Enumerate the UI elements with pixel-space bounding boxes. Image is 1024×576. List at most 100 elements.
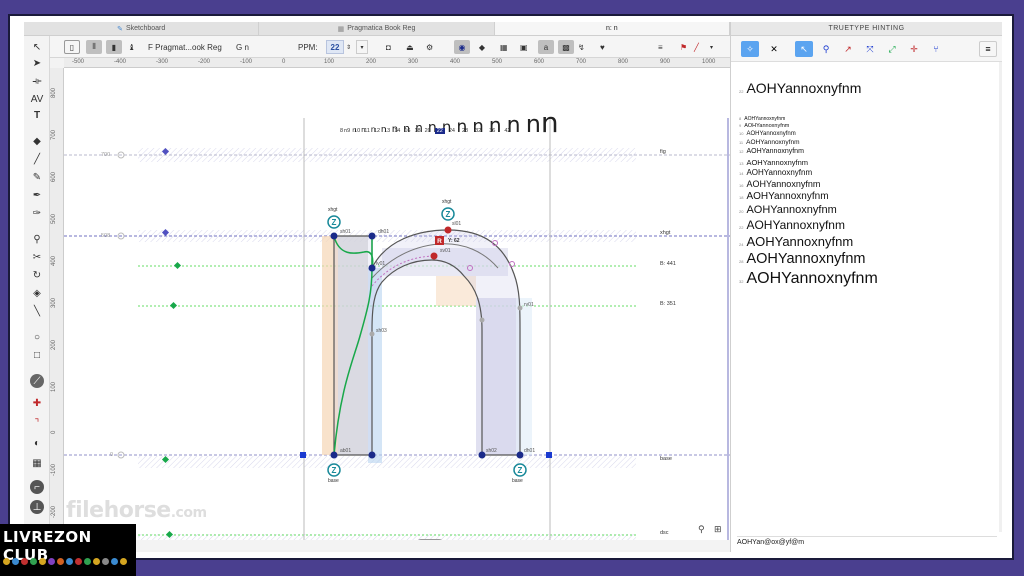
- size-label[interactable]: 20: [425, 128, 431, 134]
- font-selector[interactable]: F Pragmat...ook Reg: [148, 40, 222, 54]
- pencil-tool-icon[interactable]: ✎: [30, 170, 44, 184]
- size-label[interactable]: 42: [504, 128, 510, 134]
- advance-width-field[interactable]: 573: [416, 539, 444, 540]
- heart-icon[interactable]: ♥: [600, 40, 605, 54]
- corner-hint-icon[interactable]: ⌝: [30, 416, 44, 430]
- pen-icon[interactable]: ✒: [30, 188, 44, 202]
- text-tool-icon[interactable]: T: [30, 108, 44, 122]
- node-ab01[interactable]: [330, 451, 338, 459]
- zone-anchor-base-left[interactable]: Z: [327, 463, 341, 477]
- node-sl01[interactable]: [444, 226, 452, 234]
- contour-select-icon[interactable]: ↖: [30, 40, 44, 54]
- interpolate-icon[interactable]: ↗: [839, 41, 857, 57]
- rotate-icon[interactable]: ↻: [30, 268, 44, 282]
- knife-icon[interactable]: ✂: [30, 250, 44, 264]
- measure-icon[interactable]: ╲: [30, 304, 44, 318]
- size-label[interactable]: 9: [347, 128, 350, 134]
- rectangle-icon[interactable]: □: [30, 348, 44, 362]
- path-direction-icon[interactable]: ↯: [578, 40, 585, 54]
- node-view-icon[interactable]: ◆: [474, 40, 490, 54]
- node-base-right-stem[interactable]: [368, 451, 376, 459]
- lsb-handle[interactable]: [300, 452, 306, 458]
- pin-icon[interactable]: ⚲: [817, 41, 835, 57]
- size-label[interactable]: 13: [384, 128, 390, 134]
- node-dh01[interactable]: [368, 232, 376, 240]
- stepper-icon[interactable]: ⇕: [346, 40, 351, 54]
- magic-wand-icon[interactable]: ✧: [741, 41, 759, 57]
- preview-text-input[interactable]: AOHYan@ox@yf@m: [737, 536, 997, 548]
- size-label[interactable]: 16: [404, 128, 410, 134]
- size-label[interactable]: 10: [354, 128, 360, 134]
- metrics-view-icon[interactable]: ⫴: [86, 40, 102, 54]
- panel-scrollbar[interactable]: [999, 62, 1002, 532]
- node-sv01[interactable]: [430, 252, 438, 260]
- slash-icon[interactable]: ╱: [694, 40, 699, 54]
- align-bottom-icon[interactable]: ⏏: [406, 40, 414, 54]
- node-lv01[interactable]: [368, 264, 376, 272]
- chevron-down-icon[interactable]: ▾: [710, 40, 713, 54]
- size-label[interactable]: 8: [340, 128, 343, 134]
- size-label[interactable]: 36: [489, 128, 495, 134]
- gear-icon[interactable]: ⚙: [426, 40, 433, 54]
- rsb-handle[interactable]: [546, 452, 552, 458]
- preview-icon[interactable]: ◘: [386, 40, 391, 54]
- element-select-icon[interactable]: ➤: [30, 56, 44, 70]
- node-sh01[interactable]: [330, 232, 338, 240]
- menu-icon[interactable]: ≡: [979, 41, 997, 57]
- menu-icon[interactable]: ≡: [658, 40, 663, 54]
- brush-icon[interactable]: ╱: [30, 152, 44, 166]
- size-label[interactable]: 12: [374, 128, 380, 134]
- zone-tool-icon[interactable]: ⌐: [30, 480, 44, 494]
- node-sh02[interactable]: [478, 451, 486, 459]
- size-label[interactable]: 32: [475, 128, 481, 134]
- size-label[interactable]: 18: [414, 128, 420, 134]
- zone-marker[interactable]: [169, 301, 178, 310]
- kerning-icon[interactable]: AV: [30, 92, 44, 106]
- size-label-selected[interactable]: 22: [434, 128, 445, 134]
- zone-anchor-xhgt-left[interactable]: Z: [327, 215, 341, 229]
- eraser-icon[interactable]: ◆: [30, 134, 44, 148]
- hint-tool-icon[interactable]: ⟋: [30, 374, 44, 388]
- delta-icon[interactable]: ✛: [905, 41, 923, 57]
- select-pointer-icon[interactable]: ↖: [795, 41, 813, 57]
- fill-view-icon[interactable]: ◉: [454, 40, 470, 54]
- rapid-pen-icon[interactable]: ⚲: [30, 232, 44, 246]
- tab-font[interactable]: ▦ Pragmatica Book Reg: [259, 22, 495, 35]
- align-icon[interactable]: ⑂: [927, 41, 945, 57]
- tab-sketchboard[interactable]: ✎ Sketchboard: [24, 22, 260, 35]
- sidebar-toggle-icon[interactable]: ▯: [64, 40, 80, 54]
- size-label[interactable]: 11: [364, 128, 370, 134]
- node-sh03[interactable]: [369, 331, 375, 337]
- pixel-icon[interactable]: ▩: [558, 40, 574, 54]
- metrics-icon[interactable]: ⟛: [30, 74, 44, 88]
- pixel-grid-icon[interactable]: ▦: [30, 456, 44, 470]
- anchor-hint-icon[interactable]: ✚: [30, 396, 44, 410]
- glyph-a-icon[interactable]: a: [538, 40, 554, 54]
- fit-icon[interactable]: ⊞: [714, 524, 722, 535]
- layers-view-icon[interactable]: ▮: [106, 40, 122, 54]
- grid-icon[interactable]: ▦: [500, 40, 508, 54]
- node-inner[interactable]: [479, 317, 485, 323]
- chevron-down-icon[interactable]: ▾: [356, 40, 368, 54]
- bezier-pen-icon[interactable]: ✑: [30, 206, 44, 220]
- glyph-canvas[interactable]: Z Z Z Z R n n n n n n n n n n n n n n nn…: [64, 68, 730, 540]
- node-rv01[interactable]: [517, 305, 523, 311]
- glyph-waterfall[interactable]: n n n n n n n n n n n n n n nn: [344, 106, 559, 139]
- glyph-selector[interactable]: G n: [236, 40, 249, 54]
- zone-anchor-base-right[interactable]: Z: [513, 463, 527, 477]
- flag-icon[interactable]: ⚑: [680, 40, 687, 54]
- zoom-icon[interactable]: ⚲: [698, 524, 705, 535]
- ellipse-icon[interactable]: ○: [30, 330, 44, 344]
- zone-anchor-xhgt-top[interactable]: Z: [441, 207, 455, 221]
- size-label[interactable]: 14: [394, 128, 400, 134]
- bounds-icon[interactable]: ▣: [520, 40, 528, 54]
- size-label[interactable]: 24: [449, 128, 455, 134]
- stem-tool-icon[interactable]: ⊥: [30, 500, 44, 514]
- link-icon[interactable]: ⤧: [861, 41, 879, 57]
- close-icon[interactable]: ✕: [765, 41, 783, 57]
- size-label[interactable]: 28: [462, 128, 468, 134]
- tab-glyph[interactable]: n: n: [494, 22, 730, 35]
- fill-icon[interactable]: ◈: [30, 286, 44, 300]
- zone-marker[interactable]: [173, 261, 182, 270]
- stem-link-icon[interactable]: ⤢: [883, 41, 901, 57]
